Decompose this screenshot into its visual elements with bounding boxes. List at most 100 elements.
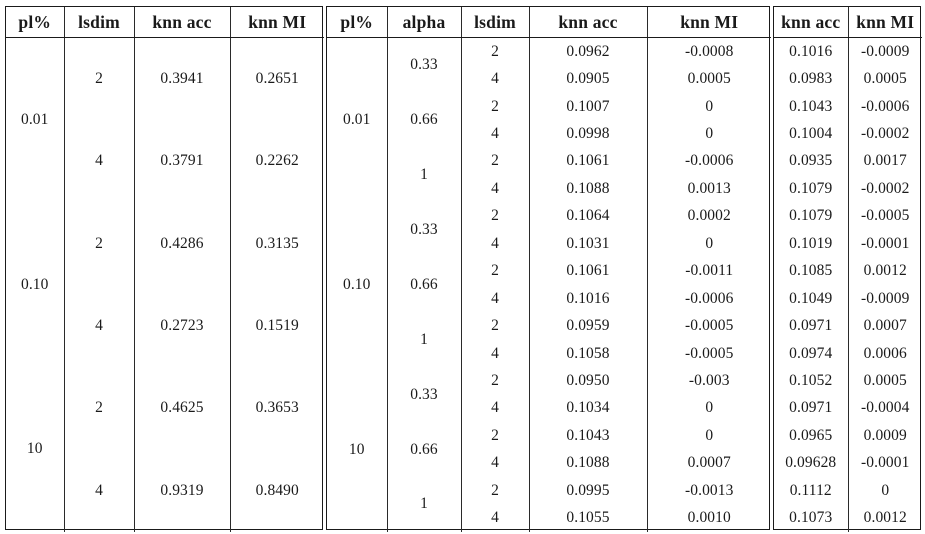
right-table: knn acc knn MI 0.1016 -0.0009 0.0983 0.000… (774, 7, 922, 532)
cell-knn-mi: -0.0006 (847, 92, 922, 121)
cell-lsdim: 4 (461, 230, 530, 258)
cell-lsdim: 4 (64, 284, 135, 368)
cell-lsdim: 4 (461, 449, 530, 477)
cell-knn-mi: 0.0010 (646, 504, 771, 532)
cell-alpha: 1 (387, 147, 462, 203)
cell-knn-mi: -0.0005 (646, 312, 771, 340)
cell-knn-mi: 0.0002 (646, 202, 771, 231)
cell-lsdim: 4 (461, 339, 530, 368)
cell-knn-acc: 0.1034 (528, 394, 648, 423)
table-row: 0.0983 0.0005 (774, 65, 922, 93)
cell-knn-mi: 0 (646, 230, 771, 258)
cell-plpct: 0.10 (327, 202, 388, 368)
cell-knn-acc: 0.1055 (528, 504, 648, 532)
left-table: pl% lsdim knn acc knn MI 0.01 2 0.3941 0… (6, 7, 324, 532)
cell-knn-acc: 0.1016 (528, 284, 648, 313)
cell-plpct: 0.01 (6, 37, 65, 203)
cell-knn-mi: 0.0009 (847, 422, 922, 450)
cell-knn-acc: 0.1052 (774, 367, 849, 395)
right-table-block: knn acc knn MI 0.1016 -0.0009 0.0983 0.000… (773, 6, 922, 532)
cell-knn-mi: 0.0007 (646, 449, 771, 477)
cell-knn-acc: 0.0935 (774, 147, 849, 176)
left-table-block: pl% lsdim knn acc knn MI 0.01 2 0.3941 0… (5, 6, 324, 532)
cell-knn-acc: 0.1043 (528, 422, 648, 450)
cell-knn-mi: -0.0008 (646, 37, 771, 66)
column-header-plpct: pl% (327, 7, 388, 38)
column-header-knn-acc: knn acc (133, 7, 231, 38)
cell-knn-acc: 0.2723 (133, 284, 231, 368)
cell-lsdim: 4 (64, 449, 135, 532)
cell-knn-acc: 0.0971 (774, 394, 849, 423)
cell-lsdim: 4 (461, 394, 530, 423)
cell-knn-mi: -0.0009 (847, 284, 922, 313)
cell-lsdim: 2 (460, 422, 530, 450)
cell-knn-mi: 0.0013 (646, 175, 771, 203)
table-row: 0.1079 -0.0002 (774, 175, 922, 203)
cell-knn-acc: 0.0995 (528, 477, 648, 505)
cell-knn-acc: 0.0998 (528, 120, 648, 148)
cell-knn-mi: 0.8490 (229, 449, 324, 532)
cell-lsdim: 4 (64, 120, 135, 203)
cell-knn-mi: -0.0005 (847, 202, 922, 231)
cell-knn-acc: 0.0983 (774, 65, 849, 93)
right-table-body: 0.1016 -0.0009 0.0983 0.0005 0.1043 -0.0006… (774, 37, 922, 532)
cell-lsdim: 4 (461, 65, 530, 93)
cell-knn-mi: 0.0012 (847, 257, 922, 285)
column-header-lsdim: lsdim (460, 7, 530, 38)
cell-alpha: 0.66 (387, 422, 462, 477)
cell-knn-mi: 0 (847, 477, 922, 505)
cell-knn-acc: 0.0950 (528, 367, 648, 395)
cell-knn-acc: 0.3791 (133, 120, 231, 203)
cell-knn-mi: 0.0005 (847, 65, 922, 93)
cell-knn-acc: 0.1088 (528, 449, 648, 477)
header-row: pl% lsdim knn acc knn MI (6, 7, 324, 38)
cell-lsdim: 2 (460, 367, 530, 395)
column-header-knn-acc: knn acc (528, 7, 648, 38)
cell-lsdim: 4 (461, 284, 530, 313)
column-header-knn-mi: knn MI (847, 7, 922, 38)
table-row: 10 0.33 2 0.0950 -0.003 (327, 367, 771, 532)
cell-knn-acc: 0.3941 (133, 37, 231, 121)
left-table-header: pl% lsdim knn acc knn MI (6, 7, 324, 38)
table-row: 1 2 0.0995 -0.0013 (327, 477, 771, 532)
cell-knn-acc: 0.1019 (774, 230, 849, 258)
cell-knn-mi: 0.3653 (229, 367, 324, 450)
cell-knn-mi: 0.2262 (229, 120, 324, 203)
cell-knn-mi: 0.0006 (847, 339, 922, 368)
mid-table-header: pl% alpha lsdim knn acc knn MI (327, 7, 771, 38)
cell-lsdim: 2 (460, 37, 530, 66)
table-row: 1 2 0.0959 -0.0005 (327, 312, 771, 368)
cell-knn-acc: 0.1058 (528, 339, 648, 368)
table-row: 0.1079 -0.0005 (774, 202, 922, 231)
table-row: 10 2 0.4625 0.3653 (6, 367, 324, 532)
table-row: 1 2 0.1061 -0.0006 (327, 147, 771, 203)
cell-knn-mi: -0.0006 (646, 147, 771, 176)
table-row: 0.1004 -0.0002 (774, 120, 922, 148)
cell-lsdim: 2 (63, 367, 135, 450)
cell-knn-mi: -0.0011 (646, 257, 771, 285)
cell-knn-acc: 0.1064 (528, 202, 648, 231)
header-row: pl% alpha lsdim knn acc knn MI (327, 7, 771, 38)
mid-table: pl% alpha lsdim knn acc knn MI 0.01 0.33… (327, 7, 771, 532)
cell-knn-mi: 0 (646, 422, 771, 450)
table-row: 0.1019 -0.0001 (774, 230, 922, 258)
cell-alpha: 1 (387, 312, 462, 368)
table-row: 0.01 0.33 2 0.0962 -0.0008 (327, 37, 771, 203)
cell-knn-acc: 0.1043 (774, 92, 849, 121)
cell-knn-acc: 0.1061 (528, 147, 648, 176)
cell-alpha: 0.33 (386, 202, 462, 258)
cell-knn-mi: 0.1519 (229, 284, 324, 368)
cell-lsdim: 2 (460, 312, 530, 340)
table-row: 0.0974 0.0006 (774, 339, 922, 368)
cell-knn-acc: 0.1031 (528, 230, 648, 258)
table-row: 0.1073 0.0012 (774, 504, 922, 532)
cell-knn-acc: 0.1085 (774, 257, 849, 285)
cell-knn-acc: 0.1112 (774, 477, 849, 505)
table-row: 0.1112 0 (774, 477, 922, 505)
cell-plpct: 10 (327, 367, 388, 532)
table-row: 0.1085 0.0012 (774, 257, 922, 285)
cell-knn-acc: 0.1016 (774, 37, 849, 66)
cell-knn-mi: 0 (646, 92, 771, 121)
cell-knn-mi: 0 (646, 120, 771, 148)
cell-knn-acc: 0.4286 (133, 202, 231, 285)
